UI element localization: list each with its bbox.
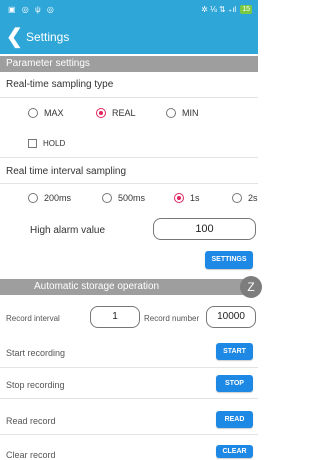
high-alarm-input[interactable]: 100 — [153, 218, 256, 240]
battery-icon: 15 — [240, 5, 252, 14]
divider — [0, 398, 258, 399]
clear-button[interactable]: CLEAR — [216, 445, 253, 458]
divider — [0, 183, 258, 184]
read-button[interactable]: READ — [216, 411, 253, 428]
divider — [0, 97, 258, 98]
parameter-settings-header: Parameter settings — [0, 56, 258, 72]
radio-real[interactable]: REAL — [96, 108, 136, 118]
start-button[interactable]: START — [216, 343, 253, 360]
status-icons-right: ✲ ⅛ ⇅ ₊ıl 15 — [201, 5, 252, 14]
radio-interval-1s-label: 1s — [190, 193, 200, 203]
high-alarm-label: High alarm value — [30, 225, 106, 236]
app-bar: ❮ Settings — [0, 20, 258, 54]
clear-record-label: Clear record — [6, 450, 56, 460]
record-number-label: Record number — [144, 314, 200, 323]
sampling-type-label: Real-time sampling type — [6, 79, 114, 90]
radio-interval-200ms-label: 200ms — [44, 193, 72, 203]
radio-real-label: REAL — [112, 108, 136, 118]
radio-circle-icon — [28, 193, 38, 203]
radio-circle-icon — [28, 108, 38, 118]
divider — [0, 367, 258, 368]
radio-interval-500ms-label: 500ms — [118, 193, 146, 203]
hold-label: HOLD — [43, 139, 66, 148]
radio-circle-icon — [174, 193, 184, 203]
radio-circle-icon — [166, 108, 176, 118]
hold-checkbox[interactable]: HOLD — [28, 139, 65, 148]
checkbox-icon — [28, 139, 37, 148]
interval-sampling-label: Real time interval sampling — [6, 166, 127, 177]
stop-recording-label: Stop recording — [6, 380, 65, 390]
radio-interval-2s-label: 2s — [248, 193, 258, 203]
radio-interval-500ms[interactable]: 500ms — [102, 193, 145, 203]
divider — [0, 434, 258, 435]
radio-circle-icon — [232, 193, 242, 203]
divider — [0, 157, 258, 158]
status-signal-icons: ✲ ⅛ ⇅ ₊ıl — [201, 5, 237, 14]
radio-circle-icon — [96, 108, 106, 118]
radio-max-label: MAX — [44, 108, 64, 118]
floating-action-button[interactable]: Z — [240, 276, 262, 298]
status-icons-left: ▣ ◎ ψ ◎ — [8, 5, 56, 14]
radio-circle-icon — [102, 193, 112, 203]
record-interval-input[interactable]: 1 — [90, 306, 140, 328]
record-interval-label: Record interval — [6, 314, 60, 323]
record-number-input[interactable]: 10000 — [206, 306, 256, 328]
status-bar: ▣ ◎ ψ ◎ ✲ ⅛ ⇅ ₊ıl 15 — [0, 0, 258, 20]
stop-button[interactable]: STOP — [216, 375, 253, 392]
start-recording-label: Start recording — [6, 348, 66, 358]
radio-interval-2s[interactable]: 2s — [232, 193, 258, 203]
settings-button[interactable]: SETTINGS — [205, 251, 253, 269]
page-title: Settings — [26, 30, 70, 44]
radio-interval-1s[interactable]: 1s — [174, 193, 200, 203]
radio-min-label: MIN — [182, 108, 199, 118]
storage-operation-header: Automatic storage operation — [0, 279, 258, 295]
back-arrow-icon[interactable]: ❮ — [6, 27, 23, 47]
radio-min[interactable]: MIN — [166, 108, 199, 118]
radio-max[interactable]: MAX — [28, 108, 64, 118]
radio-interval-200ms[interactable]: 200ms — [28, 193, 71, 203]
read-record-label: Read record — [6, 416, 56, 426]
